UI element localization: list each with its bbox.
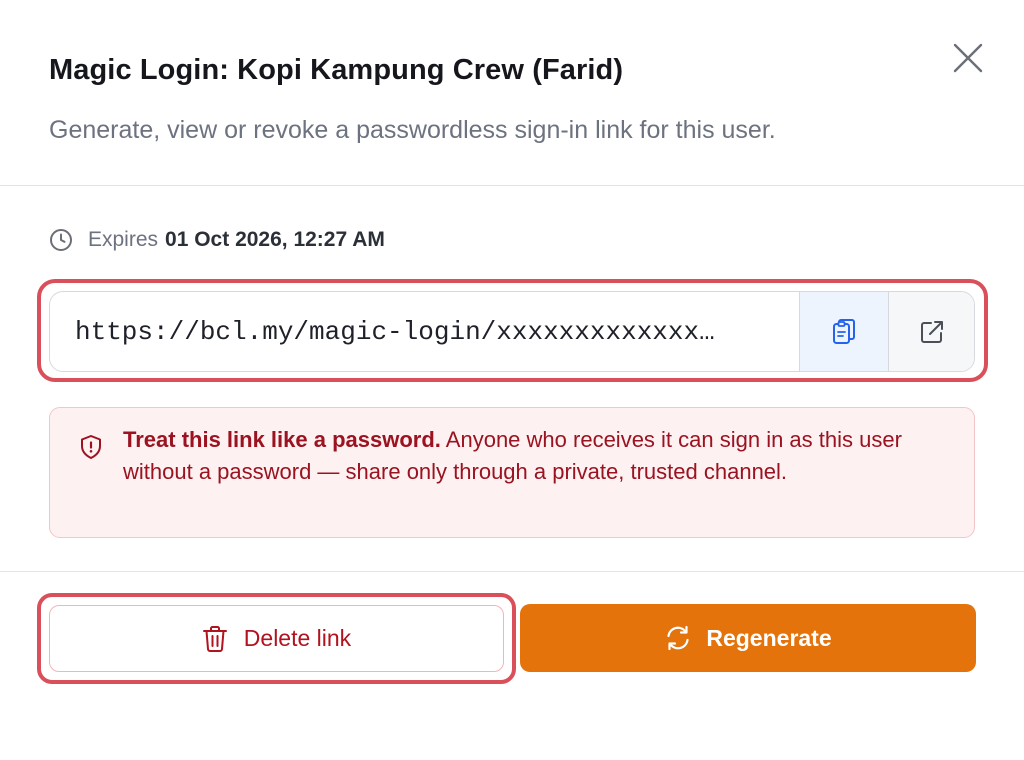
expires-label: Expires xyxy=(88,228,159,251)
open-link-button[interactable] xyxy=(888,292,974,371)
dialog-footer: Delete link Regenerate xyxy=(0,572,1024,760)
expires-value: 01 Oct 2026, 12:27 AM xyxy=(165,228,385,251)
expiry-row: Expires 01 Oct 2026, 12:27 AM xyxy=(49,228,385,252)
clock-icon xyxy=(49,228,73,252)
magic-link-url[interactable]: https://bcl.my/magic-login/xxxxxxxxxxxxx… xyxy=(50,292,799,371)
dialog-body: Expires 01 Oct 2026, 12:27 AM https://bc… xyxy=(0,186,1024,572)
magic-link-text: https://bcl.my/magic-login/xxxxxxxxxxxxx… xyxy=(75,316,715,347)
delete-link-label: Delete link xyxy=(243,625,352,651)
shield-icon xyxy=(78,434,104,460)
close-icon xyxy=(952,42,984,74)
copy-link-button[interactable] xyxy=(799,292,888,371)
copy-icon xyxy=(830,317,858,347)
trash-icon xyxy=(202,625,228,653)
regenerate-button[interactable]: Regenerate xyxy=(520,604,976,672)
dialog-header: Magic Login: Kopi Kampung Crew (Farid) G… xyxy=(0,0,1024,186)
security-warning: Treat this link like a password. Anyone … xyxy=(49,407,975,538)
dialog-title: Magic Login: Kopi Kampung Crew (Farid) xyxy=(49,54,624,86)
dialog-subtitle: Generate, view or revoke a passwordless … xyxy=(49,116,776,144)
magic-link-field: https://bcl.my/magic-login/xxxxxxxxxxxxx… xyxy=(49,291,975,372)
delete-link-button[interactable]: Delete link xyxy=(49,605,504,672)
close-button[interactable] xyxy=(946,36,990,80)
external-link-icon xyxy=(918,318,946,346)
regenerate-label: Regenerate xyxy=(706,624,832,651)
magic-login-dialog: Magic Login: Kopi Kampung Crew (Farid) G… xyxy=(0,0,1024,760)
refresh-icon xyxy=(664,624,692,652)
warning-message: Treat this link like a password. Anyone … xyxy=(123,424,943,488)
warning-strong: Treat this link like a password. xyxy=(123,427,441,452)
